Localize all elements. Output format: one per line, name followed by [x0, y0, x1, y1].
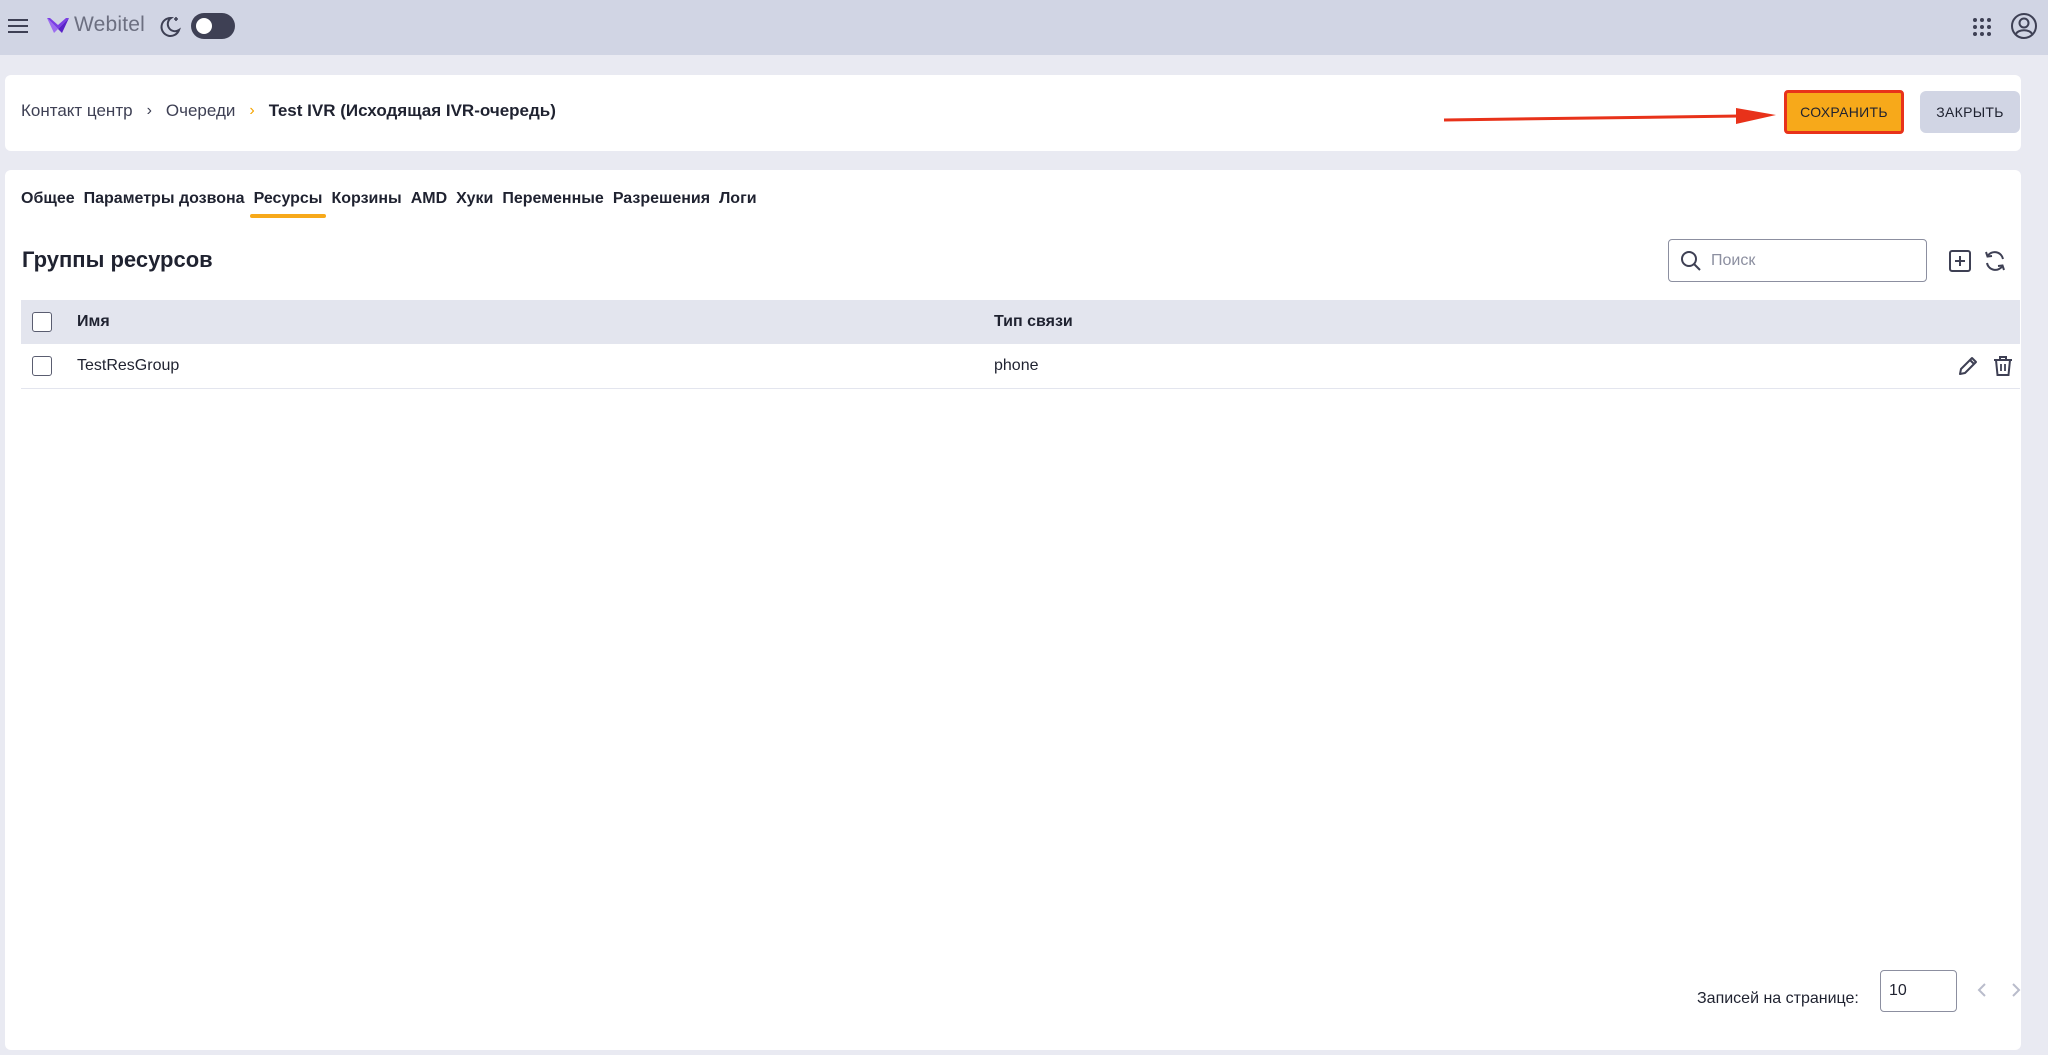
breadcrumb-contact-center[interactable]: Контакт центр [21, 101, 133, 121]
per-page-input[interactable] [1880, 970, 1957, 1012]
toggle-knob [196, 18, 212, 34]
select-all-checkbox[interactable] [32, 312, 52, 332]
tab-general[interactable]: Общее [21, 190, 79, 214]
row-checkbox[interactable] [32, 356, 52, 376]
user-account-icon[interactable] [2010, 12, 2038, 40]
menu-icon[interactable] [6, 14, 30, 38]
top-bar: Webitel [0, 0, 2048, 55]
row-name: TestResGroup [77, 357, 180, 374]
tabs-bar: Общее Параметры дозвона Ресурсы Корзины … [21, 190, 762, 218]
search-input[interactable] [1711, 248, 1911, 274]
table-row[interactable]: TestResGroup phone [21, 344, 2020, 389]
table-header: Имя Тип связи [21, 300, 2020, 344]
chevron-left-icon[interactable] [1972, 979, 1992, 1001]
tab-logs[interactable]: Логи [715, 190, 761, 214]
row-type: phone [994, 357, 1039, 374]
logo-text: Webitel [74, 13, 146, 36]
moon-icon [160, 16, 181, 37]
webitel-logo-icon [47, 18, 69, 33]
webitel-logo[interactable]: Webitel [46, 13, 145, 37]
section-title: Группы ресурсов [22, 247, 213, 272]
column-header-type[interactable]: Тип связи [994, 313, 1073, 331]
tab-hooks[interactable]: Хуки [452, 190, 497, 214]
save-button[interactable]: СОХРАНИТЬ [1784, 90, 1904, 134]
main-content: Общее Параметры дозвона Ресурсы Корзины … [5, 170, 2021, 1050]
apps-grid-icon[interactable] [1970, 15, 1994, 39]
breadcrumb-current: Test IVR (Исходящая IVR-очередь) [268, 101, 556, 120]
resource-groups-table: Имя Тип связи TestResGroup phone [21, 300, 2020, 389]
refresh-icon[interactable] [1982, 248, 2008, 274]
tab-amd[interactable]: AMD [407, 190, 451, 214]
add-icon[interactable] [1947, 248, 1973, 274]
search-icon[interactable] [1679, 249, 1703, 273]
page-header: Контакт центр › Очереди › Test IVR (Исхо… [5, 75, 2021, 151]
tab-permissions[interactable]: Разрешения [609, 190, 714, 214]
breadcrumb: Контакт центр › Очереди › Test IVR (Исхо… [21, 101, 556, 121]
edit-icon[interactable] [1956, 354, 1980, 378]
close-button[interactable]: ЗАКРЫТЬ [1920, 91, 2020, 133]
trash-icon[interactable] [1991, 354, 2015, 378]
per-page-label: Записей на странице: [1697, 990, 1859, 1007]
breadcrumb-queues[interactable]: Очереди [166, 101, 236, 121]
tab-dial-params[interactable]: Параметры дозвона [80, 190, 249, 214]
column-header-name[interactable]: Имя [77, 313, 110, 331]
chevron-right-icon[interactable] [2006, 979, 2026, 1001]
chevron-right-icon: › [249, 102, 255, 119]
tab-resources[interactable]: Ресурсы [249, 190, 327, 218]
search-field[interactable] [1668, 239, 1927, 282]
chevron-right-icon: › [146, 102, 152, 119]
theme-toggle[interactable] [191, 13, 235, 39]
pagination: Записей на странице: [1697, 970, 2021, 1012]
tab-variables[interactable]: Переменные [498, 190, 607, 214]
tab-buckets[interactable]: Корзины [327, 190, 405, 214]
